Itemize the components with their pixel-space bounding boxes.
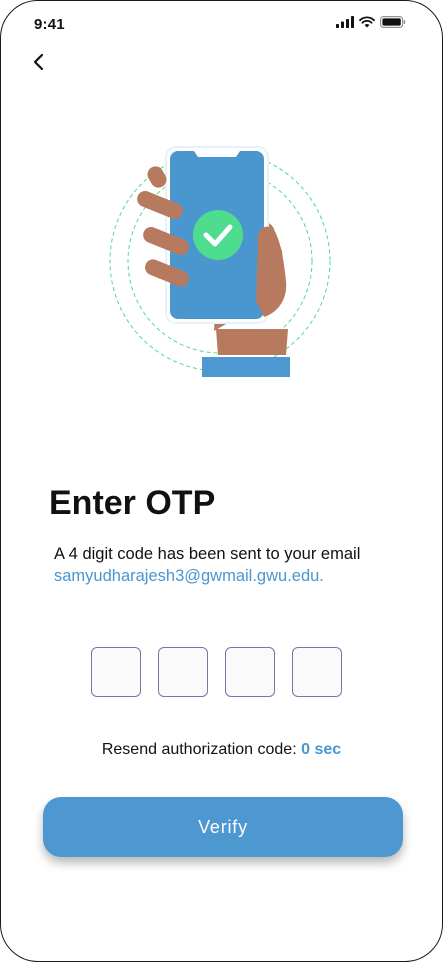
back-button[interactable] (27, 51, 51, 75)
otp-digit-1[interactable] (91, 647, 141, 697)
otp-digit-4[interactable] (292, 647, 342, 697)
otp-input-group (91, 647, 342, 697)
otp-digit-3[interactable] (225, 647, 275, 697)
wifi-icon (359, 16, 375, 28)
status-bar: 9:41 (1, 1, 442, 47)
email-address: samyudharajesh3@gwmail.gwu.edu. (54, 567, 324, 585)
phone-otp-illustration (106, 141, 336, 381)
verify-button[interactable]: Verify (43, 797, 403, 857)
battery-icon (380, 16, 406, 28)
phone-frame: 9:41 Enter OTP A 4 digit code has been s… (0, 0, 443, 962)
chevron-left-icon (33, 53, 44, 71)
otp-description: A 4 digit code has been sent to your ema… (54, 545, 361, 563)
status-icons (336, 16, 406, 28)
resend-row: Resend authorization code: 0 sec (1, 741, 442, 759)
illustration-graphic (109, 146, 331, 377)
otp-digit-2[interactable] (158, 647, 208, 697)
status-time: 9:41 (34, 16, 65, 33)
resend-timer[interactable]: 0 sec (301, 741, 341, 758)
page-title: Enter OTP (49, 484, 216, 522)
resend-label: Resend authorization code: (101, 741, 302, 758)
signal-icon (336, 16, 354, 28)
